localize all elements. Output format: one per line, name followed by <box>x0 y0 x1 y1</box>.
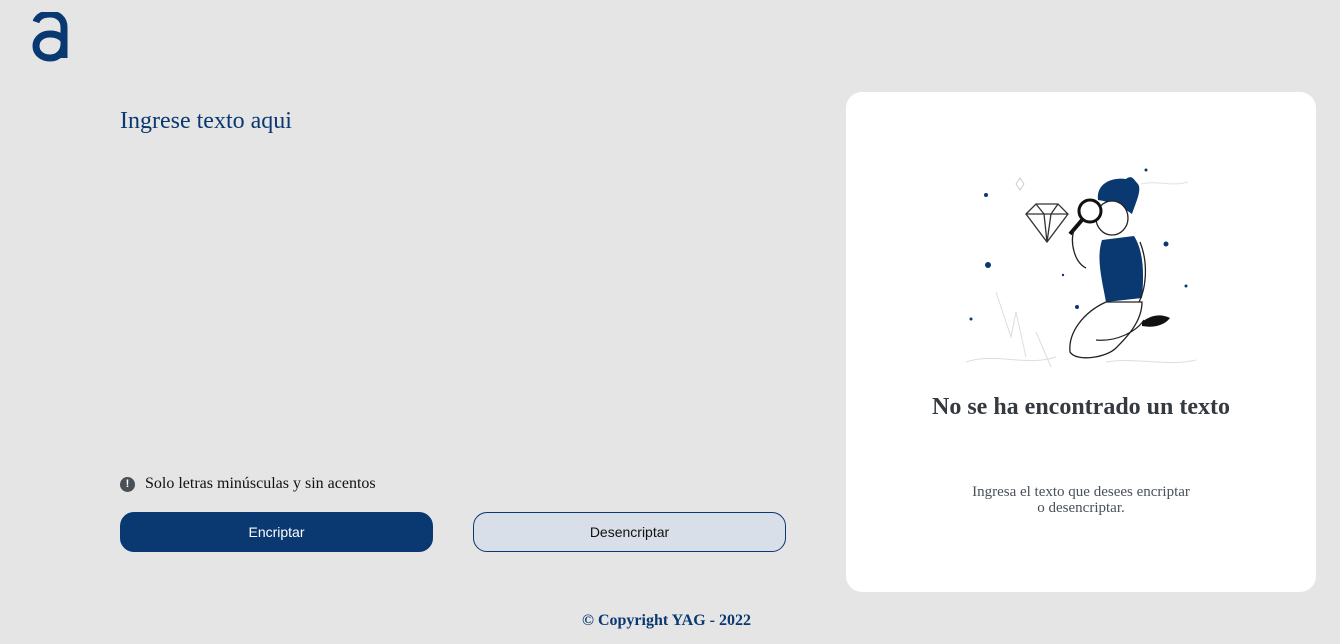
description-line-1: Ingresa el texto que desees encriptar <box>972 484 1190 500</box>
exclamation-icon: ! <box>120 476 135 492</box>
empty-state-title: No se ha encontrado un texto <box>932 394 1230 420</box>
boy-with-magnifying-glass-illustration <box>965 168 1197 368</box>
decrypt-button[interactable]: Desencriptar <box>473 512 786 552</box>
empty-state-description: Ingresa el texto que desees encriptar o … <box>946 484 1216 516</box>
encrypt-button[interactable]: Encriptar <box>120 512 433 552</box>
alura-logo-icon[interactable] <box>30 12 70 62</box>
footer-copyright: © Copyright YAG - 2022 <box>582 612 751 629</box>
hint-text: Solo letras minúsculas y sin acentos <box>145 475 376 492</box>
result-panel: No se ha encontrado un texto Ingresa el … <box>846 92 1316 592</box>
description-line-2: o desencriptar. <box>1037 500 1125 516</box>
input-hint: ! Solo letras minúsculas y sin acentos <box>120 474 376 494</box>
text-input[interactable] <box>120 108 786 448</box>
